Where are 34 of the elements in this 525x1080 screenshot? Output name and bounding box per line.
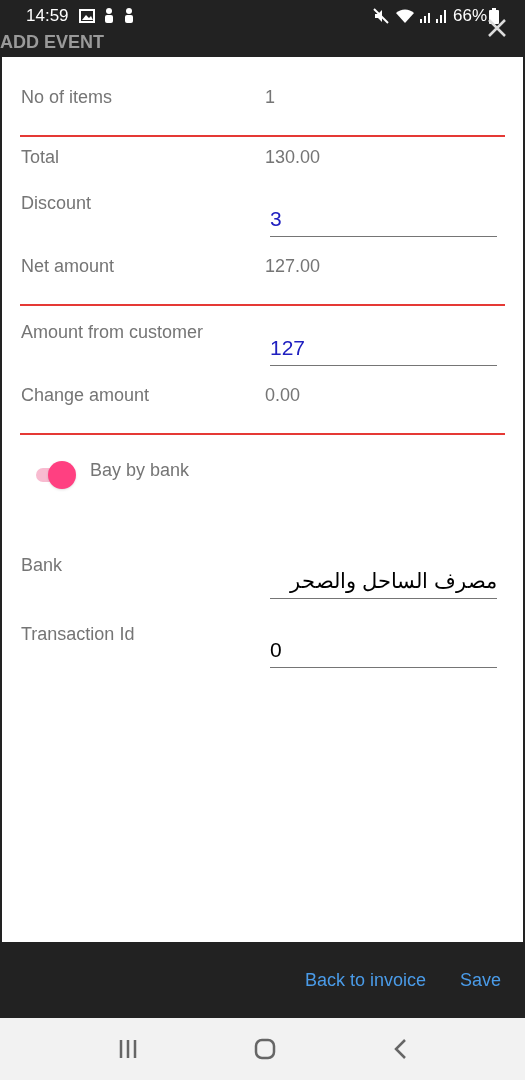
- person-icon: [122, 8, 135, 24]
- dialog-button[interactable]: Save: [459, 966, 501, 994]
- signal-icon: [418, 8, 449, 24]
- mute-icon: [372, 8, 389, 24]
- field-value: 1: [265, 85, 275, 109]
- input-field[interactable]: مصرف الساحل والصحر: [270, 563, 497, 599]
- field-value: 130.00: [265, 145, 321, 169]
- input-field[interactable]: 127: [270, 330, 497, 366]
- field-label: Amount from customer: [21, 321, 205, 344]
- field-value: 127.00: [265, 254, 321, 278]
- input-field[interactable]: 3: [270, 201, 497, 237]
- dialog-button[interactable]: Back to invoice: [304, 966, 426, 994]
- status-time: 14:59: [26, 5, 69, 28]
- field-label: No of items: [21, 85, 114, 109]
- battery-level: 66%: [452, 5, 487, 28]
- field-label: Discount: [21, 192, 93, 215]
- image-icon: [78, 9, 95, 23]
- field-label: Bank: [21, 554, 64, 577]
- input-field[interactable]: 0: [270, 632, 497, 668]
- field-label: Change amount: [21, 383, 151, 407]
- toggle-label: Bay by bank: [90, 459, 190, 482]
- field-value: 0.00: [265, 383, 301, 407]
- person-icon: [102, 8, 115, 24]
- back-icon[interactable]: [392, 1038, 407, 1060]
- dialog-title: ADD EVENT: [0, 31, 104, 53]
- field-label: Total: [21, 145, 61, 169]
- recent-apps-icon[interactable]: [118, 1039, 139, 1059]
- wifi-icon: [394, 8, 415, 24]
- toggle-switch[interactable]: [36, 461, 74, 489]
- battery-icon: [489, 8, 499, 24]
- close-icon[interactable]: [487, 18, 507, 38]
- field-label: Net amount: [21, 254, 116, 278]
- field-label: Transaction Id: [21, 623, 136, 646]
- home-icon[interactable]: [254, 1038, 277, 1060]
